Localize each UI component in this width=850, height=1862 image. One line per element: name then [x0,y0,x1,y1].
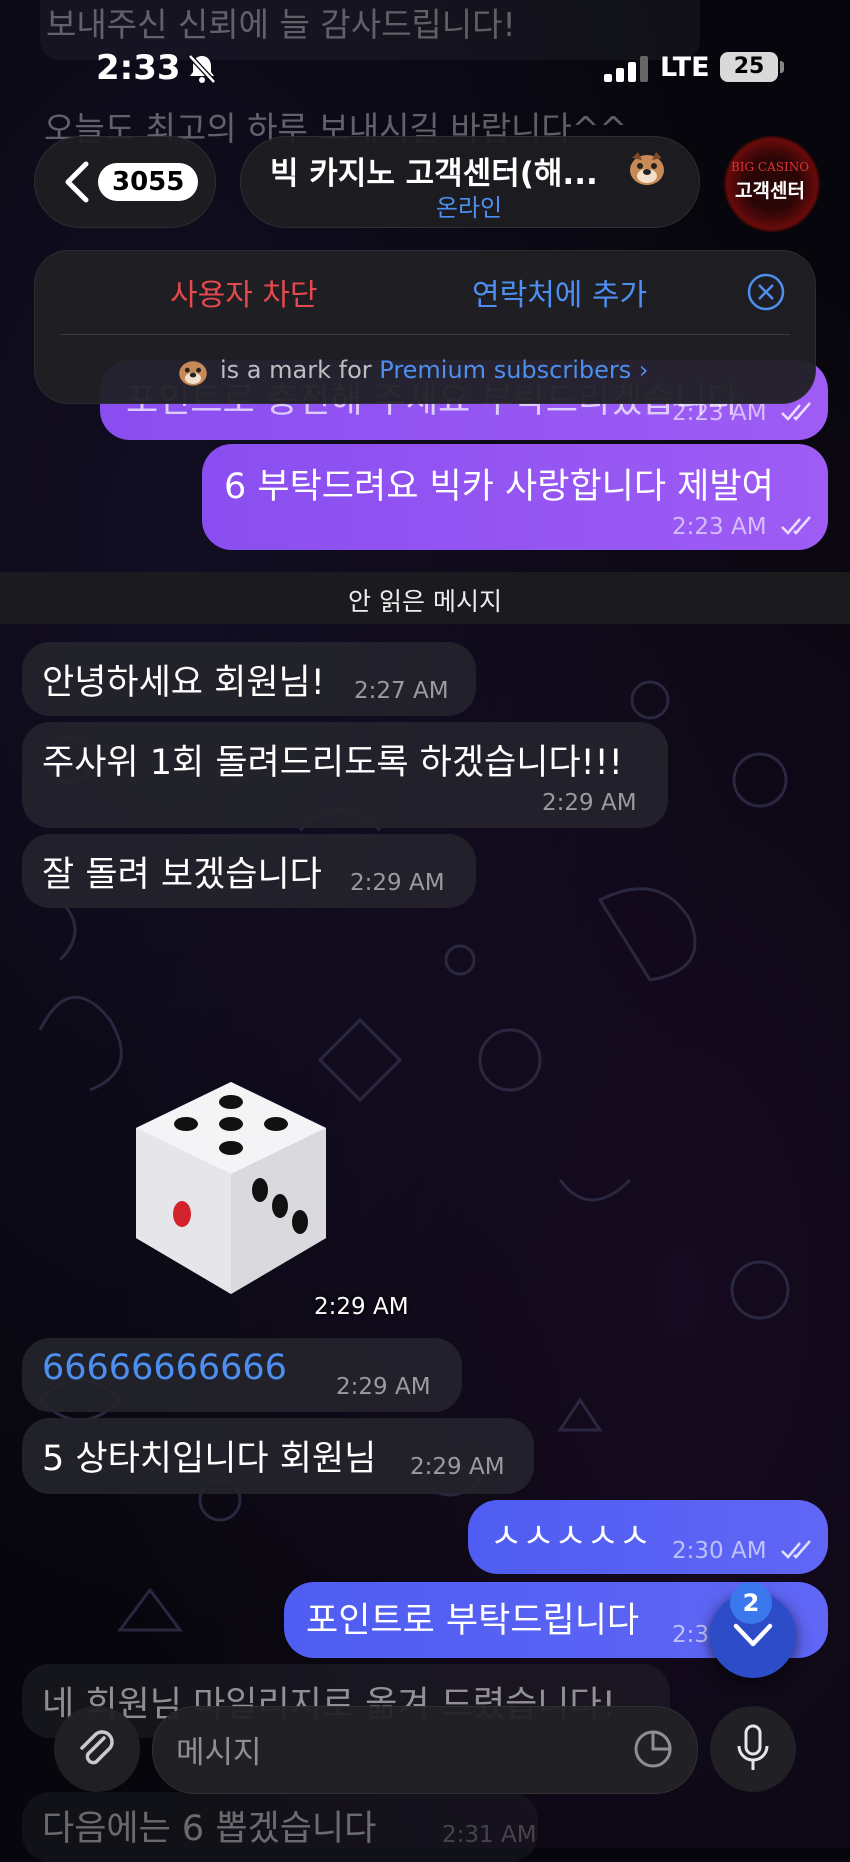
message-time: 2:30 AM [672,1538,767,1564]
add-contact-button[interactable]: 연락처에 추가 [472,270,647,314]
premium-prefix: is a mark for [220,356,372,384]
message-bubble-outgoing[interactable]: ㅅㅅㅅㅅㅅ 2:30 AM [468,1500,828,1574]
bulldog-emoji-icon [630,152,664,185]
voice-message-button[interactable] [710,1706,796,1792]
status-time: 2:33 [96,48,181,88]
premium-info[interactable]: is a mark for Premium subscribers › [220,356,648,384]
chevron-left-icon [65,161,89,203]
message-text: 6 부탁드려요 빅카 사랑합니다 제발여 [224,467,774,507]
cellular-signal-icon [604,56,648,82]
silent-bell-icon [188,54,216,84]
chevron-down-icon [733,1623,773,1647]
bulldog-emoji-icon [179,361,207,386]
close-icon[interactable] [746,272,786,312]
block-user-button[interactable]: 사용자 차단 [170,270,318,314]
message-time: 2:23 AM [672,514,767,540]
avatar-label: 고객센터 [735,180,805,202]
message-text: 안녕하세요 회원님! [42,663,325,703]
message-text[interactable]: 66666666666 [42,1348,287,1388]
message-bubble-incoming[interactable]: 5 상타치입니다 회원님 2:29 AM [22,1418,534,1494]
attach-button[interactable] [54,1706,140,1792]
message-text: 주사위 1회 돌려드리도록 하겠습니다!!! [42,743,623,783]
message-time: 2:29 AM [542,790,637,816]
message-time: 2:29 AM [350,870,445,896]
sticker-icon[interactable] [632,1728,674,1770]
message-text: 잘 돌려 보겠습니다 [42,855,322,895]
premium-link[interactable]: Premium subscribers › [379,356,648,384]
microphone-icon [737,1724,769,1770]
read-checkmarks-icon [781,516,811,535]
message-text: 다음에는 6 뽑겠습니다 [42,1809,377,1849]
message-bubble-incoming[interactable]: 주사위 1회 돌려드리도록 하겠습니다!!! 2:29 AM [22,722,668,828]
online-status: 온라인 [435,194,503,222]
message-text: 포인트로 부탁드립니다 [306,1601,640,1641]
read-checkmarks-icon [781,402,811,421]
message-bubble-outgoing[interactable]: 6 부탁드려요 빅카 사랑합니다 제발여 2:23 AM [202,444,828,550]
message-time: 2:29 AM [336,1374,431,1400]
message-time: 2:29 AM [314,1294,409,1320]
message-bubble-incoming[interactable]: 다음에는 6 뽑겠습니다 2:31 AM [22,1792,538,1862]
read-checkmarks-icon [781,1540,811,1559]
message-time: 2:29 AM [410,1454,505,1480]
paperclip-icon [80,1730,114,1765]
dice-icon[interactable] [126,1078,336,1300]
message-input-placeholder: 메시지 [176,1735,262,1771]
message-bubble-incoming[interactable]: 안녕하세요 회원님! 2:27 AM [22,642,476,716]
avatar-brand: BIG CASINO [730,160,810,174]
message-text: 5 상타치입니다 회원님 [42,1439,377,1479]
unread-count-badge: 3055 [98,163,199,201]
message-bubble-incoming[interactable]: 66666666666 2:29 AM [22,1338,462,1412]
message-time: 2:31 AM [442,1822,537,1848]
message-time: 2:27 AM [354,678,449,704]
faded-message-text: 보내주신 신뢰에 늘 감사드립니다! [46,5,516,44]
unread-divider-label: 안 읽은 메시지 [348,587,502,616]
message-text: ㅅㅅㅅㅅㅅ [490,1517,652,1557]
battery-level: 25 [720,52,778,82]
network-type: LTE [660,52,710,83]
chat-title: 빅 카지노 고객센터(해... [270,156,598,192]
panel-divider [60,334,790,335]
battery-tip [780,61,784,73]
unread-mentions-badge: 2 [730,1582,772,1624]
message-bubble-incoming[interactable]: 잘 돌려 보겠습니다 2:29 AM [22,834,476,908]
